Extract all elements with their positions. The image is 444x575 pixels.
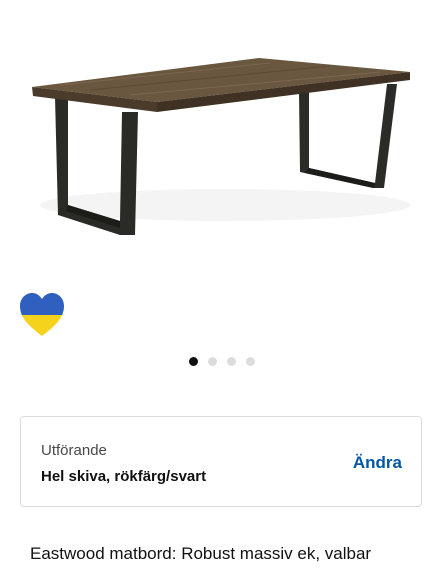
carousel-pagination bbox=[0, 357, 444, 366]
carousel-dot-2[interactable] bbox=[208, 357, 217, 366]
carousel-dot-4[interactable] bbox=[246, 357, 255, 366]
variant-label: Utförande bbox=[41, 442, 107, 459]
variant-value: Hel skiva, rökfärg/svart bbox=[41, 468, 207, 485]
product-description: Eastwood matbord: Robust massiv ek, valb… bbox=[30, 544, 372, 563]
carousel-dot-1[interactable] bbox=[189, 357, 198, 366]
product-image[interactable] bbox=[0, 0, 444, 345]
variant-selector-card[interactable]: Utförande Hel skiva, rökfärg/svart Ändra bbox=[20, 416, 422, 507]
carousel-dot-3[interactable] bbox=[227, 357, 236, 366]
ukraine-heart-icon bbox=[19, 292, 65, 338]
dining-table-illustration bbox=[32, 58, 410, 235]
change-variant-button[interactable]: Ändra bbox=[353, 453, 402, 473]
